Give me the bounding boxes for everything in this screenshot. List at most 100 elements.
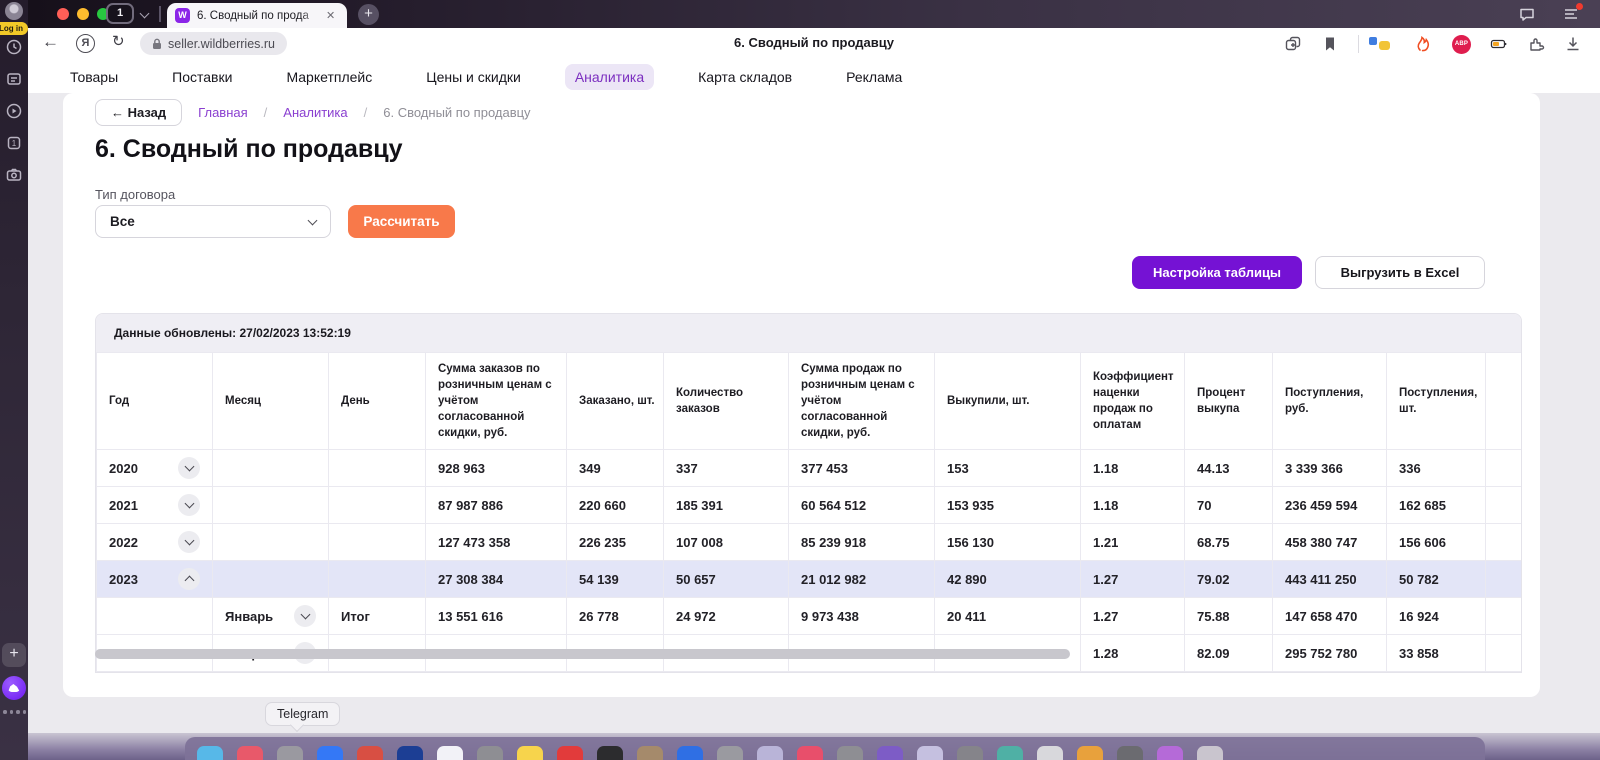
dock-app-icon[interactable] xyxy=(437,746,463,760)
scrollbar-thumb[interactable] xyxy=(95,649,1070,659)
dock-app-icon[interactable] xyxy=(1077,746,1103,760)
tabs-panel-icon[interactable]: 1 xyxy=(5,134,23,152)
translator-extension-icon[interactable] xyxy=(1378,35,1396,53)
dock-app-icon[interactable] xyxy=(317,746,343,760)
extensions-icon[interactable] xyxy=(1527,35,1545,53)
table-cell xyxy=(213,524,329,561)
year-toggle-button[interactable] xyxy=(178,531,200,553)
bookmark-icon[interactable] xyxy=(1321,35,1339,53)
table-cell xyxy=(329,524,426,561)
nav-item[interactable]: Поставки xyxy=(162,64,242,90)
history-icon[interactable] xyxy=(5,38,23,56)
video-icon[interactable] xyxy=(5,102,23,120)
table-cell xyxy=(329,487,426,524)
table-cell xyxy=(213,450,329,487)
dock-app-icon[interactable] xyxy=(597,746,623,760)
table-cell: Январь xyxy=(213,598,329,635)
month-toggle-button[interactable] xyxy=(294,605,316,627)
dock-app-icon[interactable] xyxy=(917,746,943,760)
dock-app-icon[interactable] xyxy=(197,746,223,760)
dock-app-icon[interactable] xyxy=(277,746,303,760)
alice-assistant-button[interactable] xyxy=(2,676,26,700)
dock-app-icon[interactable] xyxy=(997,746,1023,760)
nav-item[interactable]: Карта складов xyxy=(688,64,802,90)
adblock-extension-icon[interactable]: ABP xyxy=(1452,35,1471,54)
nav-item[interactable]: Аналитика xyxy=(565,64,654,90)
horizontal-scrollbar[interactable] xyxy=(95,649,1522,659)
dock-app-icon[interactable] xyxy=(797,746,823,760)
table-settings-button[interactable]: Настройка таблицы xyxy=(1132,256,1302,289)
table-cell: 16 924 xyxy=(1387,598,1486,635)
breadcrumb-link-home[interactable]: Главная xyxy=(198,105,247,120)
column-header: Год xyxy=(97,353,213,450)
year-toggle-button[interactable] xyxy=(178,494,200,516)
feed-icon[interactable] xyxy=(5,70,23,88)
table-cell: 220 660 xyxy=(567,487,664,524)
table-cell: 236 459 594 xyxy=(1273,487,1387,524)
breadcrumb-current: 6. Сводный по продавцу xyxy=(383,105,530,120)
dock-app-icon[interactable] xyxy=(757,746,783,760)
dock-app-icon[interactable] xyxy=(717,746,743,760)
table-cell: 68.75 xyxy=(1185,524,1273,561)
dock-app-icon[interactable] xyxy=(237,746,263,760)
chevron-down-icon[interactable] xyxy=(140,9,150,19)
nav-item[interactable]: Реклама xyxy=(836,64,912,90)
chevron-up-icon xyxy=(184,576,194,586)
column-header: Поступления, шт. xyxy=(1387,353,1486,450)
year-toggle-button[interactable] xyxy=(178,457,200,479)
dock-app-icon[interactable] xyxy=(837,746,863,760)
tab-counter[interactable]: 1 xyxy=(106,3,134,24)
month-label: Январь xyxy=(225,609,273,624)
calculate-button[interactable]: Рассчитать xyxy=(348,205,455,238)
table-cell: 85 239 918 xyxy=(789,524,935,561)
spacer-cell xyxy=(1486,524,1523,561)
nav-item[interactable]: Цены и скидки xyxy=(416,64,531,90)
dock-app-icon[interactable] xyxy=(1157,746,1183,760)
dock-app-icon[interactable] xyxy=(677,746,703,760)
macos-dock[interactable] xyxy=(185,737,1485,760)
browser-tab[interactable]: W 6. Сводный по прода ✕ xyxy=(167,3,347,28)
window-controls[interactable] xyxy=(57,8,109,20)
nav-item[interactable]: Маркетплейс xyxy=(276,64,382,90)
export-excel-button[interactable]: Выгрузить в Excel xyxy=(1315,256,1485,289)
table-cell: 13 551 616 xyxy=(426,598,567,635)
browser-menu-icon[interactable] xyxy=(1562,5,1580,23)
dock-app-icon[interactable] xyxy=(357,746,383,760)
table-cell: 50 782 xyxy=(1387,561,1486,598)
dock-app-icon[interactable] xyxy=(957,746,983,760)
screenshot-icon[interactable] xyxy=(5,166,23,184)
nav-item[interactable]: Товары xyxy=(60,64,128,90)
dock-app-icon[interactable] xyxy=(557,746,583,760)
back-nav-button[interactable]: ← Назад xyxy=(95,99,182,126)
breadcrumb-link-analytics[interactable]: Аналитика xyxy=(283,105,347,120)
table-cell: 3 339 366 xyxy=(1273,450,1387,487)
share-tab-icon[interactable] xyxy=(1284,35,1302,53)
table-cell: 107 008 xyxy=(664,524,789,561)
column-header: Месяц xyxy=(213,353,329,450)
downloads-icon[interactable] xyxy=(1564,35,1582,53)
flame-extension-icon[interactable] xyxy=(1415,35,1433,53)
summary-table: ГодМесяцДеньСумма заказов по розничным ц… xyxy=(96,352,1522,672)
table-cell: 1.18 xyxy=(1081,450,1185,487)
dock-app-icon[interactable] xyxy=(637,746,663,760)
table-cell: Итог xyxy=(329,598,426,635)
new-tab-button[interactable]: + xyxy=(358,4,379,25)
dock-app-icon[interactable] xyxy=(397,746,423,760)
sidebar-add-button[interactable]: + xyxy=(2,643,26,667)
dock-app-icon[interactable] xyxy=(477,746,503,760)
dock-app-icon[interactable] xyxy=(877,746,903,760)
table-cell: 153 935 xyxy=(935,487,1081,524)
dock-app-icon[interactable] xyxy=(1117,746,1143,760)
dock-app-icon[interactable] xyxy=(1197,746,1223,760)
dock-app-icon[interactable] xyxy=(517,746,543,760)
year-label: 2022 xyxy=(109,535,138,550)
dock-app-icon[interactable] xyxy=(1037,746,1063,760)
profile-avatar[interactable] xyxy=(5,2,23,20)
login-badge[interactable]: Log in xyxy=(0,22,28,35)
year-toggle-button[interactable] xyxy=(178,568,200,590)
chat-icon[interactable] xyxy=(1518,5,1536,23)
battery-extension-icon[interactable] xyxy=(1490,35,1508,53)
tab-close-icon[interactable]: ✕ xyxy=(326,9,335,22)
contract-type-select[interactable]: Все xyxy=(95,205,331,238)
column-header: Количество заказов xyxy=(664,353,789,450)
